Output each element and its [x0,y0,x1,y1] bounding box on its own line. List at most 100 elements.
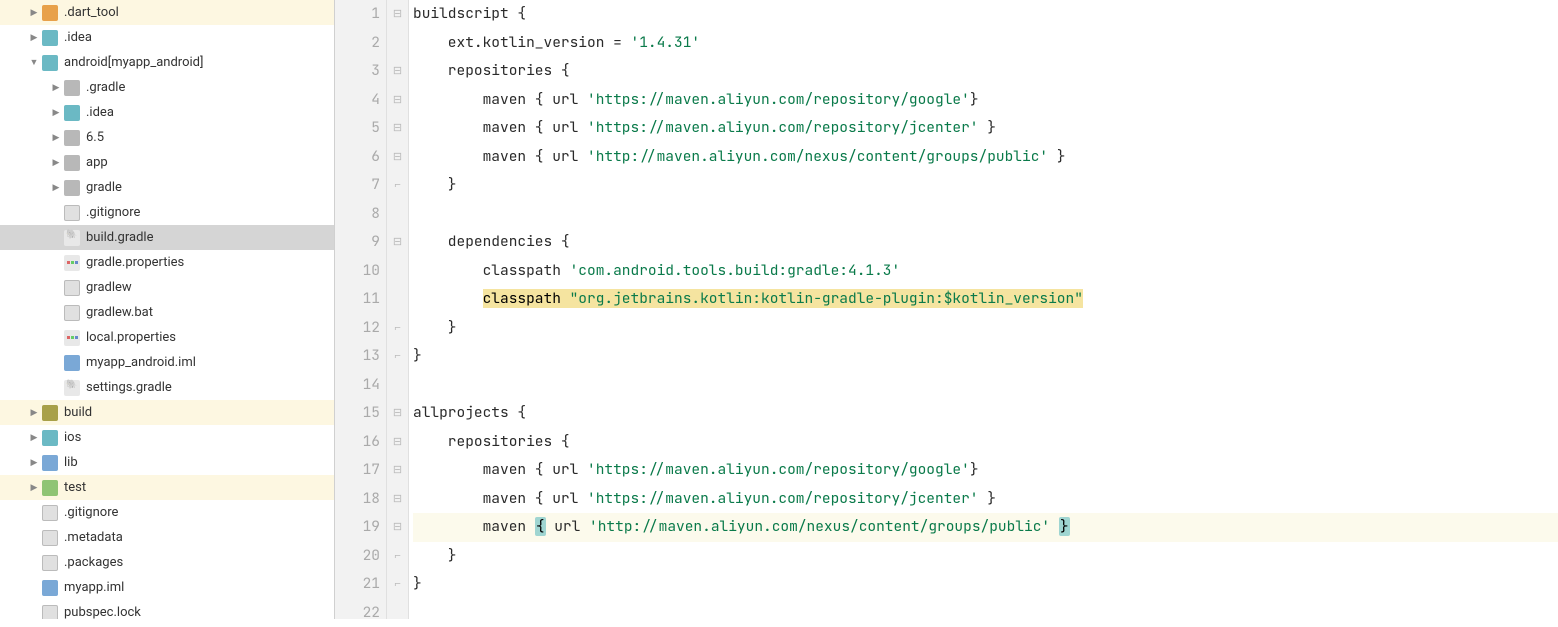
chevron-right-icon[interactable]: ▶ [26,5,42,21]
tree-item-myapp_androidiml[interactable]: ▶myapp_android.iml [0,350,334,375]
tree-item-android[interactable]: ▼android [myapp_android] [0,50,334,75]
line-number: 8 [353,200,380,229]
tree-item-buildgradle[interactable]: ▶build.gradle [0,225,334,250]
code-token: } [1059,517,1070,536]
tree-item-label: .dart_tool [64,5,119,20]
fold-column[interactable]: ⊟⊟⊟⊟⊟⌐⊟⌐⌐⊟⊟⊟⊟⊟⌐⌐ [387,0,409,619]
fold-none [387,257,408,286]
code-line[interactable] [413,200,1558,229]
chevron-right-icon[interactable]: ▶ [26,480,42,496]
fold-open-icon[interactable]: ⊟ [387,428,408,457]
tree-item-localproperties[interactable]: ▶local.properties [0,325,334,350]
code-line[interactable] [413,371,1558,400]
tree-item-build[interactable]: ▶build [0,400,334,425]
code-line[interactable]: maven { url 'https://maven.aliyun.com/re… [413,114,1558,143]
chevron-right-icon[interactable]: ▶ [26,30,42,46]
chevron-right-icon[interactable]: ▶ [26,455,42,471]
chevron-right-icon[interactable]: ▶ [48,155,64,171]
tree-item-suffix: [myapp_android] [108,55,204,70]
line-number: 16 [353,428,380,457]
code-line[interactable]: } [413,314,1558,343]
code-token: 'http://maven.aliyun.com/nexus/content/g… [587,147,1048,166]
fold-close-icon[interactable]: ⌐ [387,342,408,371]
project-tree[interactable]: ▶.dart_tool▶.idea▼android [myapp_android… [0,0,335,619]
fold-close-icon[interactable]: ⌐ [387,542,408,571]
fold-open-icon[interactable]: ⊟ [387,86,408,115]
tree-item-dart_tool[interactable]: ▶ .dart_tool [0,0,334,25]
chevron-right-icon[interactable]: ▶ [48,105,64,121]
fold-open-icon[interactable]: ⊟ [387,228,408,257]
file-icon [42,530,58,546]
chevron-down-icon[interactable]: ▼ [26,55,42,71]
code-line[interactable]: repositories { [413,57,1558,86]
code-token: maven { url [413,147,587,166]
code-line[interactable]: } [413,171,1558,200]
chevron-right-icon[interactable]: ▶ [48,130,64,146]
tree-item-lib[interactable]: ▶lib [0,450,334,475]
chevron-right-icon[interactable]: ▶ [48,180,64,196]
code-line[interactable]: maven { url 'http://maven.aliyun.com/nex… [413,513,1558,542]
code-line[interactable]: maven { url 'https://maven.aliyun.com/re… [413,86,1558,115]
tree-item-label: myapp_android.iml [86,355,196,370]
fold-close-icon[interactable]: ⌐ [387,570,408,599]
tree-item-metadata[interactable]: ▶.metadata [0,525,334,550]
code-line[interactable]: classpath 'com.android.tools.build:gradl… [413,257,1558,286]
code-line[interactable]: repositories { [413,428,1558,457]
fold-open-icon[interactable]: ⊟ [387,143,408,172]
fold-open-icon[interactable]: ⊟ [387,399,408,428]
chevron-right-icon[interactable]: ▶ [48,80,64,96]
code-token: } [413,175,457,194]
code-line[interactable] [413,599,1558,627]
code-line[interactable]: } [413,570,1558,599]
fold-open-icon[interactable]: ⊟ [387,114,408,143]
tree-item-65[interactable]: ▶ 6.5 [0,125,334,150]
tree-item-settingsgradle[interactable]: ▶settings.gradle [0,375,334,400]
code-token: maven { url [413,118,587,137]
fold-open-icon[interactable]: ⊟ [387,485,408,514]
code-line[interactable]: } [413,342,1558,371]
tree-item-gradlew[interactable]: ▶gradlew [0,275,334,300]
tree-item-idea[interactable]: ▶.idea [0,100,334,125]
code-line[interactable]: dependencies { [413,228,1558,257]
folder-icon [42,480,58,496]
code-editor[interactable]: 12345678910111213141516171819202122 ⊟⊟⊟⊟… [335,0,1558,619]
tree-item-gitignore[interactable]: ▶.gitignore [0,200,334,225]
code-line[interactable]: } [413,542,1558,571]
code-line[interactable]: allprojects { [413,399,1558,428]
code-line[interactable]: ext.kotlin_version = '1.4.31' [413,29,1558,58]
chevron-right-icon[interactable]: ▶ [26,430,42,446]
fold-open-icon[interactable]: ⊟ [387,456,408,485]
fold-open-icon[interactable]: ⊟ [387,0,408,29]
tree-item-label: test [64,480,86,495]
tree-item-pubspeclock[interactable]: ▶pubspec.lock [0,600,334,619]
fold-open-icon[interactable]: ⊟ [387,57,408,86]
code-line[interactable]: classpath "org.jetbrains.kotlin:kotlin-g… [413,285,1558,314]
tree-item-gradle[interactable]: ▶.gradle [0,75,334,100]
code-token: } [970,90,979,109]
code-line[interactable]: maven { url 'https://maven.aliyun.com/re… [413,485,1558,514]
fold-close-icon[interactable]: ⌐ [387,171,408,200]
tree-item-packages[interactable]: ▶.packages [0,550,334,575]
tree-item-ios[interactable]: ▶ios [0,425,334,450]
code-area[interactable]: buildscript { ext.kotlin_version = '1.4.… [409,0,1558,619]
tree-item-app[interactable]: ▶app [0,150,334,175]
tree-item-idea[interactable]: ▶ .idea [0,25,334,50]
code-line[interactable]: buildscript { [413,0,1558,29]
tree-item-label: 6.5 [86,130,104,145]
code-line[interactable]: maven { url 'http://maven.aliyun.com/nex… [413,143,1558,172]
tree-item-myappiml[interactable]: ▶myapp.iml [0,575,334,600]
fold-open-icon[interactable]: ⊟ [387,513,408,542]
tree-item-test[interactable]: ▶ test [0,475,334,500]
gradle-icon [64,380,80,396]
tree-item-gradleproperties[interactable]: ▶gradle.properties [0,250,334,275]
line-number: 7 [353,171,380,200]
code-line[interactable]: maven { url 'https://maven.aliyun.com/re… [413,456,1558,485]
fold-close-icon[interactable]: ⌐ [387,314,408,343]
tree-item-gradle[interactable]: ▶gradle [0,175,334,200]
folder-icon [64,105,80,121]
tree-item-gradlewbat[interactable]: ▶gradlew.bat [0,300,334,325]
code-token: 'https://maven.aliyun.com/repository/jce… [587,118,979,137]
tree-item-gitignore[interactable]: ▶.gitignore [0,500,334,525]
tree-item-label: .idea [64,30,92,45]
chevron-right-icon[interactable]: ▶ [26,405,42,421]
